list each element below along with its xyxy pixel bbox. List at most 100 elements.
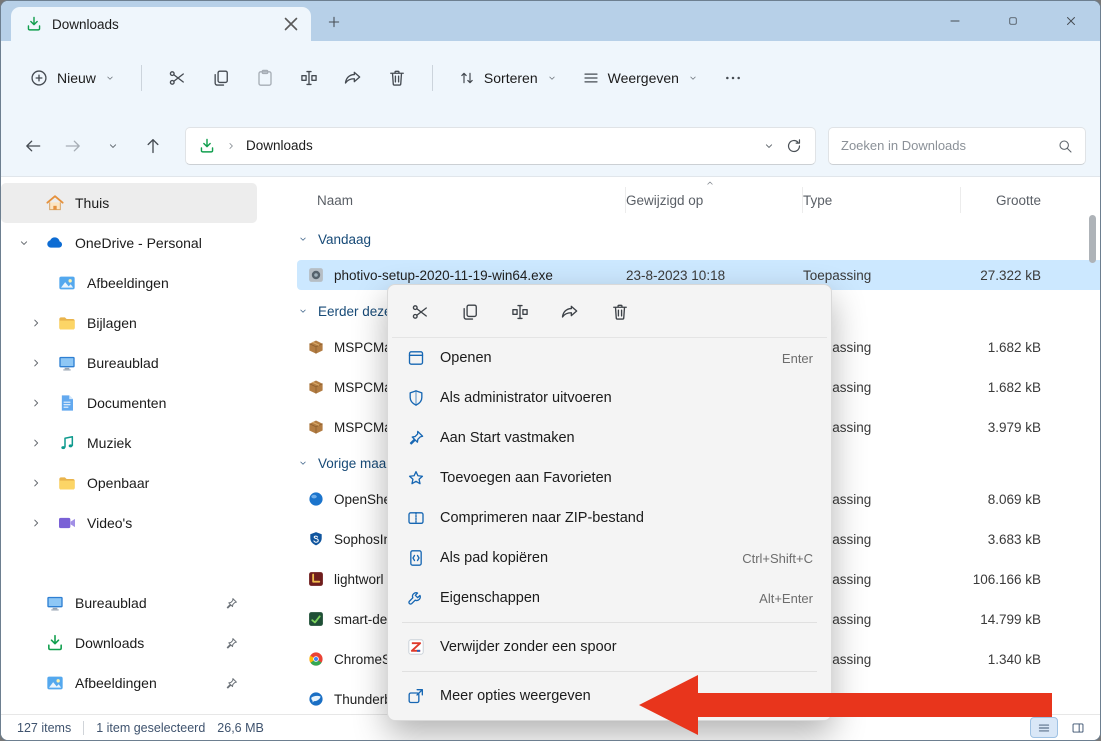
forward-button[interactable] [55, 128, 91, 164]
close-button[interactable] [1042, 1, 1100, 41]
cut-button[interactable] [155, 59, 199, 97]
sidebar-gap [1, 543, 257, 583]
address-dropdown-icon[interactable] [762, 139, 776, 153]
chevron-icon[interactable] [17, 676, 31, 690]
view-button[interactable]: Weergeven [570, 60, 711, 96]
paste-button[interactable] [243, 59, 287, 97]
view-icon [582, 69, 600, 87]
context-menu-item-als-pad-kopi-ren[interactable]: Als pad kopiëren Ctrl+Shift+C [392, 538, 827, 578]
sidebar-item-afbeeldingen[interactable]: Afbeeldingen [1, 263, 257, 303]
context-quick-cut[interactable] [400, 294, 440, 330]
chevron-icon[interactable] [17, 636, 31, 650]
refresh-icon[interactable] [785, 137, 803, 155]
sidebar-item-thuis[interactable]: Thuis [1, 183, 257, 223]
delete-button[interactable] [375, 59, 419, 97]
sidebar-item-documenten[interactable]: Documenten [1, 383, 257, 423]
column-header-type[interactable]: Type [803, 187, 961, 213]
file-type-cell: Toepassing [803, 268, 961, 283]
folder-icon [57, 473, 77, 493]
chevron-icon[interactable] [29, 476, 43, 490]
pin-icon [224, 636, 239, 651]
chevron-icon[interactable] [29, 316, 43, 330]
chevron-icon[interactable] [29, 436, 43, 450]
sidebar-item-afbeeldingen[interactable]: Afbeeldingen [1, 663, 257, 703]
share-button[interactable] [331, 59, 375, 97]
selection-summary: 1 item geselecteerd [96, 721, 205, 735]
scrollbar-thumb[interactable] [1089, 215, 1096, 263]
minimize-button[interactable] [926, 1, 984, 41]
sidebar-item-video-s[interactable]: Video's [1, 503, 257, 543]
breadcrumb[interactable]: Downloads [246, 138, 313, 153]
share-icon [560, 302, 580, 322]
context-menu-item-verwijder-zonder-een-spoor[interactable]: Verwijder zonder een spoor [392, 627, 827, 667]
new-icon [29, 68, 49, 88]
context-menu-item-comprimeren-naar-zip-bestand[interactable]: Comprimeren naar ZIP-bestand [392, 498, 827, 538]
column-header-naam[interactable]: Naam [281, 187, 626, 213]
close-icon [1064, 14, 1078, 28]
context-quick-share[interactable] [550, 294, 590, 330]
chevron-icon[interactable] [17, 236, 31, 250]
column-header-grootte[interactable]: Grootte [961, 187, 1041, 213]
column-header-gewijzigd-op[interactable]: Gewijzigd op [626, 187, 803, 213]
details-view-icon [1071, 721, 1085, 735]
context-menu-item-meer-opties-weergeven[interactable]: Meer opties weergeven [392, 676, 827, 716]
tab-title: Downloads [52, 17, 270, 32]
sidebar-item-bureaublad[interactable]: Bureaublad [1, 343, 257, 383]
copy-button[interactable] [199, 59, 243, 97]
context-quick-rename[interactable] [500, 294, 540, 330]
context-menu-item-als-administrator-uitvoeren[interactable]: Als administrator uitvoeren [392, 378, 827, 418]
context-menu-item-toevoegen-aan-favorieten[interactable]: Toevoegen aan Favorieten [392, 458, 827, 498]
chevron-icon[interactable] [29, 396, 43, 410]
chevron-icon[interactable] [17, 196, 31, 210]
up-button[interactable] [135, 128, 171, 164]
tab-close-button[interactable] [279, 12, 303, 36]
explorer-tab-downloads[interactable]: Downloads [11, 7, 311, 41]
sidebar-item-openbaar[interactable]: Openbaar [1, 463, 257, 503]
desktop-icon [57, 353, 77, 373]
sophos-icon [307, 530, 325, 548]
context-menu-item-eigenschappen[interactable]: Eigenschappen Alt+Enter [392, 578, 827, 618]
sort-icon [458, 69, 476, 87]
search-box[interactable] [828, 127, 1086, 165]
more-button[interactable] [711, 59, 755, 97]
sidebar-pinned: Bureaublad Downloads Afbeeldingen [1, 583, 257, 703]
list-view-toggle[interactable] [1030, 717, 1058, 738]
context-menu-item-aan-start-vastmaken[interactable]: Aan Start vastmaken [392, 418, 827, 458]
recent-locations-button[interactable] [95, 128, 131, 164]
sidebar-item-bureaublad[interactable]: Bureaublad [1, 583, 257, 623]
chevron-down-icon [687, 72, 699, 84]
chevron-icon[interactable] [29, 356, 43, 370]
details-pane-toggle[interactable] [1064, 717, 1092, 738]
sidebar-item-bijlagen[interactable]: Bijlagen [1, 303, 257, 343]
context-menu-item-openen[interactable]: Openen Enter [392, 338, 827, 378]
search-input[interactable] [841, 138, 1049, 153]
back-button[interactable] [15, 128, 51, 164]
downloads-icon [198, 137, 216, 155]
new-button[interactable]: Nieuw [17, 59, 128, 97]
context-quick-copy[interactable] [450, 294, 490, 330]
chevron-icon[interactable] [29, 516, 43, 530]
view-label: Weergeven [608, 70, 679, 86]
chevron-down-icon[interactable] [297, 457, 309, 469]
new-tab-button[interactable] [319, 7, 349, 37]
sidebar-item-muziek[interactable]: Muziek [1, 423, 257, 463]
sort-button[interactable]: Sorteren [446, 60, 570, 96]
vertical-scrollbar[interactable] [1086, 181, 1098, 710]
sidebar-item-downloads[interactable]: Downloads [1, 623, 257, 663]
maximize-button[interactable] [984, 1, 1042, 41]
group-header-vandaag[interactable]: Vandaag [281, 223, 1100, 255]
file-size-cell: 8.069 kB [961, 492, 1041, 507]
cut-icon [410, 302, 430, 322]
sidebar-item-onedrive-personal[interactable]: OneDrive - Personal [1, 223, 257, 263]
paste-icon [255, 68, 275, 88]
address-bar[interactable]: Downloads [185, 127, 816, 165]
chevron-down-icon[interactable] [297, 305, 309, 317]
context-quick-delete[interactable] [600, 294, 640, 330]
chevron-icon[interactable] [17, 596, 31, 610]
rename-button[interactable] [287, 59, 331, 97]
context-menu: Openen Enter Als administrator uitvoeren… [387, 284, 832, 721]
chevron-down-icon[interactable] [297, 233, 309, 245]
chevron-icon[interactable] [29, 276, 43, 290]
items-count: 127 items [17, 721, 71, 735]
package-icon [307, 378, 325, 396]
